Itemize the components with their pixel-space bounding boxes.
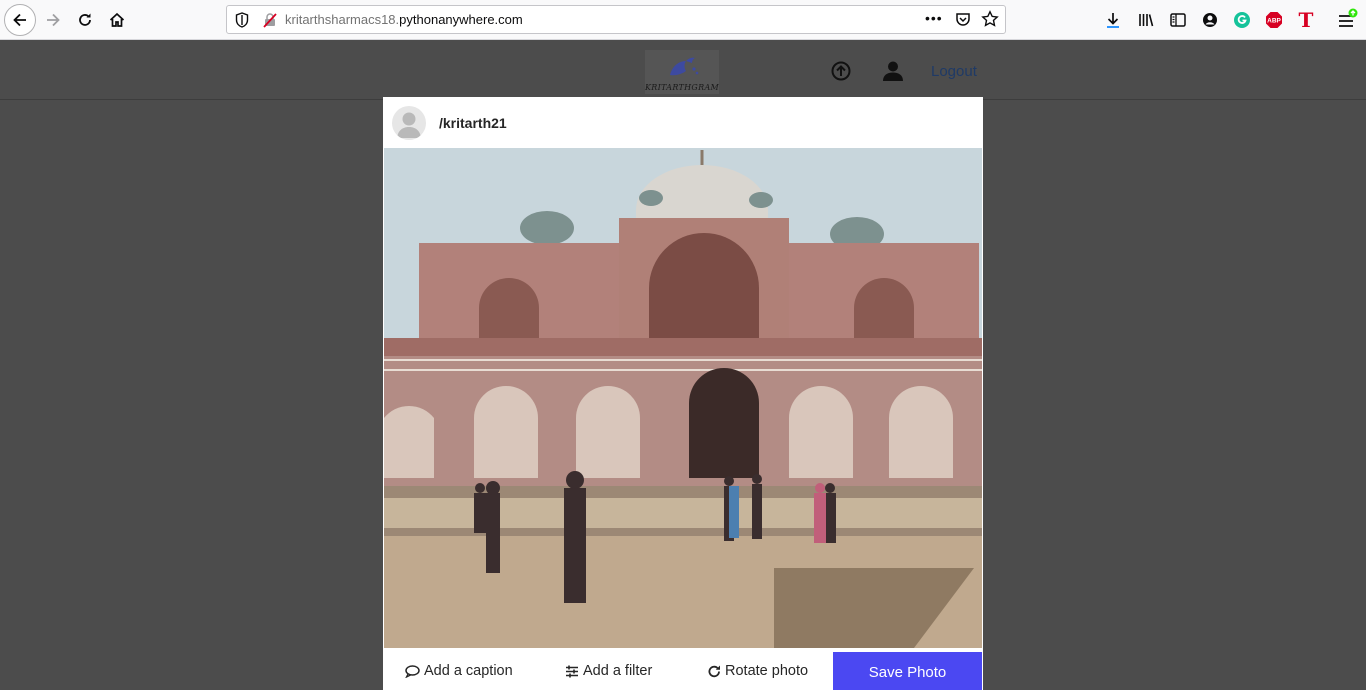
forward-button[interactable] [37,4,69,36]
home-icon [109,12,125,27]
save-photo-button[interactable]: Save Photo [833,652,982,690]
account-icon[interactable] [1198,8,1222,32]
back-button[interactable] [4,4,36,36]
post-editor-card: /kritarth21 Add a caption Add a filter R… [383,97,983,690]
post-photo [384,148,982,648]
rotate-photo-button[interactable]: Rotate photo [708,663,808,679]
logout-link[interactable]: Logout [931,63,977,80]
insecure-lock-icon[interactable] [262,12,278,33]
browser-toolbar: kritarthsharmacs18.pythonanywhere.com ••… [0,0,1366,40]
arrow-left-icon [13,13,26,27]
monument-photo-illustration [384,148,982,648]
library-icon[interactable] [1134,8,1158,32]
page-actions-icon[interactable]: ••• [925,10,943,26]
post-actions-bar: Add a caption Add a filter Rotate photo … [383,648,983,690]
bookmark-star-icon[interactable] [981,10,999,33]
add-filter-button[interactable]: Add a filter [565,663,652,679]
rotate-photo-label: Rotate photo [725,663,809,679]
site-header: KRITARTHGRAM Logout [0,41,1366,100]
arrow-right-icon [47,13,60,27]
rotate-icon [708,665,720,677]
logo-text: KRITARTHGRAM [645,83,720,92]
reload-icon [79,13,91,26]
t-extension-icon[interactable]: T [1294,8,1318,32]
t-extension-label: T [1298,8,1314,32]
abp-label: ABP [1267,18,1281,25]
add-caption-button[interactable]: Add a caption [405,663,513,679]
grammarly-icon[interactable] [1230,8,1254,32]
sidebar-icon[interactable] [1166,8,1190,32]
site-logo[interactable]: KRITARTHGRAM [645,50,719,94]
post-username[interactable]: /kritarth21 [439,115,507,131]
avatar[interactable] [392,106,426,140]
hamburger-menu-icon[interactable] [1335,8,1359,32]
pocket-icon[interactable] [955,11,971,32]
home-button[interactable] [101,4,133,36]
download-icon[interactable] [1101,8,1125,32]
comment-icon [405,664,420,678]
url-domain: pythonanywhere.com [399,12,523,27]
adblock-plus-icon[interactable]: ABP [1262,8,1286,32]
user-profile-icon[interactable] [882,60,904,87]
upload-icon[interactable] [831,61,851,86]
logo-bird-icon [670,57,699,76]
url-bar[interactable]: kritarthsharmacs18.pythonanywhere.com ••… [226,5,1006,34]
default-avatar-icon [397,112,421,138]
post-header: /kritarth21 [383,97,983,148]
shield-icon[interactable] [235,12,249,33]
reload-button[interactable] [69,4,101,36]
url-text[interactable]: kritarthsharmacs18.pythonanywhere.com [285,12,523,27]
sliders-icon [566,665,578,677]
add-filter-label: Add a filter [583,663,653,679]
url-subdomain: kritarthsharmacs18. [285,12,400,27]
add-caption-label: Add a caption [424,663,513,679]
